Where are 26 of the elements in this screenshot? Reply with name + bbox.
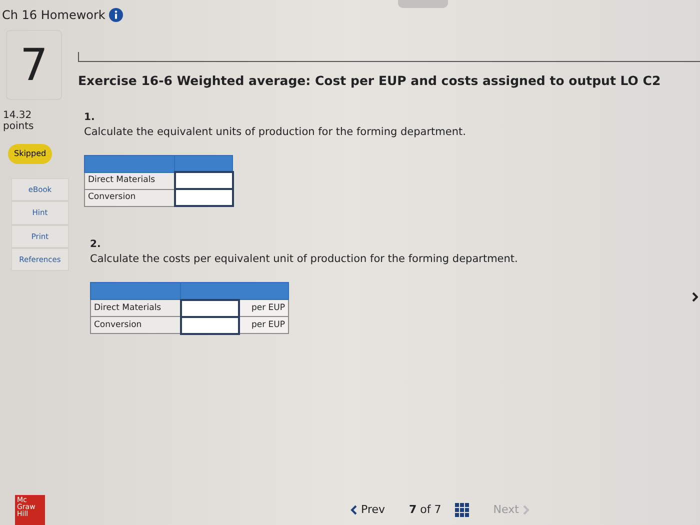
exercise-title: Exercise 16-6 Weighted average: Cost per EUP and costs assigned to output LO C2 bbox=[78, 72, 662, 90]
points-value: 14.32 bbox=[3, 110, 33, 121]
unit-label: per EUP bbox=[238, 300, 288, 316]
grid-icon[interactable] bbox=[455, 503, 470, 517]
answer-field[interactable] bbox=[174, 189, 232, 206]
chevron-right-icon bbox=[522, 505, 530, 515]
part-number: 1. bbox=[84, 111, 96, 125]
points-label: points bbox=[3, 121, 35, 132]
unit-label: per EUP bbox=[238, 316, 288, 334]
question-prompt: Calculate the equivalent units of production for the forming department. bbox=[84, 125, 467, 140]
question-prompt: Calculate the costs per equivalent unit of production for the forming department. bbox=[90, 252, 518, 268]
row-label: Conversion bbox=[84, 189, 174, 206]
chevron-left-icon bbox=[350, 505, 357, 515]
row-label: Conversion bbox=[90, 316, 180, 334]
part-number: 2. bbox=[90, 238, 102, 252]
answer-field[interactable] bbox=[180, 300, 238, 316]
answer-field[interactable] bbox=[174, 172, 232, 190]
row-label: Direct Materials bbox=[84, 172, 174, 190]
question-number: 7 bbox=[6, 30, 62, 100]
question-position: 7 of 7 bbox=[409, 502, 442, 518]
chevron-right-icon[interactable] bbox=[692, 292, 698, 302]
status-badge[interactable]: Skipped bbox=[8, 144, 52, 164]
prev-button[interactable]: Prev bbox=[350, 502, 385, 518]
assignment-title: Ch 16 Homework bbox=[2, 7, 106, 24]
row-label: Direct Materials bbox=[90, 300, 180, 316]
info-icon[interactable] bbox=[109, 8, 124, 22]
